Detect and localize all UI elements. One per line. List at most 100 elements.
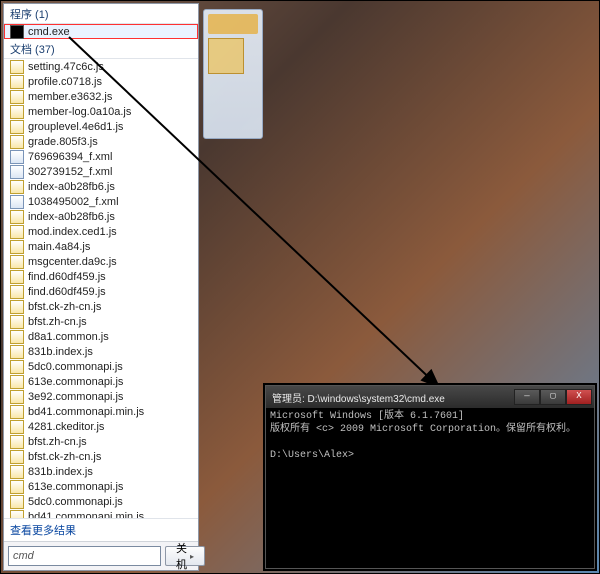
file-item[interactable]: bfst.ck-zh-cn.js (4, 299, 198, 314)
file-label: setting.47c6c.js (28, 61, 104, 73)
xml-icon (10, 150, 24, 164)
js-icon (10, 60, 24, 74)
program-cmd[interactable]: cmd.exe (4, 24, 198, 39)
file-label: member.e3632.js (28, 91, 112, 103)
file-item[interactable]: member.e3632.js (4, 89, 198, 104)
file-item[interactable]: bd41.commonapi.min.js (4, 509, 198, 518)
search-row: 关机 ▸ (4, 541, 198, 570)
file-label: grouplevel.4e6d1.js (28, 121, 123, 133)
file-item[interactable]: 4281.ckeditor.js (4, 419, 198, 434)
start-menu-panel: 程序 (1) cmd.exe 文档 (37) setting.47c6c.jsp… (3, 3, 199, 571)
file-item[interactable]: 831b.index.js (4, 344, 198, 359)
file-item[interactable]: bfst.ck-zh-cn.js (4, 449, 198, 464)
file-label: grade.805f3.js (28, 136, 98, 148)
file-label: d8a1.common.js (28, 331, 109, 343)
js-icon (10, 420, 24, 434)
file-label: 831b.index.js (28, 466, 93, 478)
shutdown-label: 关机 (176, 540, 187, 572)
console-titlebar[interactable]: 管理员: D:\windows\system32\cmd.exe — ▢ X (266, 386, 594, 408)
js-icon (10, 105, 24, 119)
file-label: member-log.0a10a.js (28, 106, 131, 118)
maximize-button[interactable]: ▢ (540, 389, 566, 405)
js-icon (10, 285, 24, 299)
js-icon (10, 510, 24, 519)
file-item[interactable]: mod.index.ced1.js (4, 224, 198, 239)
console-prompt: D:\Users\Alex> (270, 450, 354, 461)
programs-list: cmd.exe (4, 24, 198, 39)
file-item[interactable]: bd41.commonapi.min.js (4, 404, 198, 419)
file-item[interactable]: grade.805f3.js (4, 134, 198, 149)
file-label: 769696394_f.xml (28, 151, 112, 163)
file-label: find.d60df459.js (28, 271, 106, 283)
file-item[interactable]: index-a0b28fb6.js (4, 209, 198, 224)
console-body[interactable]: Microsoft Windows [版本 6.1.7601] 版权所有 <c>… (266, 408, 594, 568)
cmd-icon (10, 25, 24, 39)
js-icon (10, 435, 24, 449)
file-label: index-a0b28fb6.js (28, 211, 115, 223)
close-button[interactable]: X (566, 389, 592, 405)
file-label: bd41.commonapi.min.js (28, 511, 144, 519)
file-label: bfst.ck-zh-cn.js (28, 451, 101, 463)
file-label: profile.c0718.js (28, 76, 102, 88)
file-item[interactable]: 5dc0.commonapi.js (4, 494, 198, 509)
js-icon (10, 90, 24, 104)
file-item[interactable]: 831b.index.js (4, 464, 198, 479)
search-input[interactable] (8, 546, 161, 566)
file-label: 4281.ckeditor.js (28, 421, 104, 433)
file-item[interactable]: grouplevel.4e6d1.js (4, 119, 198, 134)
file-item[interactable]: 1038495002_f.xml (4, 194, 198, 209)
js-icon (10, 120, 24, 134)
file-item[interactable]: msgcenter.da9c.js (4, 254, 198, 269)
xml-icon (10, 165, 24, 179)
js-icon (10, 180, 24, 194)
file-item[interactable]: main.4a84.js (4, 239, 198, 254)
file-item[interactable]: 769696394_f.xml (4, 149, 198, 164)
console-title: 管理员: D:\windows\system32\cmd.exe (272, 390, 514, 405)
file-item[interactable]: member-log.0a10a.js (4, 104, 198, 119)
file-label: 3e92.commonapi.js (28, 391, 123, 403)
paste-button-bg (208, 38, 244, 74)
console-line: 版权所有 <c> 2009 Microsoft Corporation。保留所有… (270, 424, 576, 435)
program-label: cmd.exe (28, 26, 70, 38)
js-icon (10, 75, 24, 89)
file-label: bfst.ck-zh-cn.js (28, 301, 101, 313)
js-icon (10, 390, 24, 404)
file-item[interactable]: find.d60df459.js (4, 269, 198, 284)
file-item[interactable]: 5dc0.commonapi.js (4, 359, 198, 374)
js-icon (10, 300, 24, 314)
file-item[interactable]: 613e.commonapi.js (4, 374, 198, 389)
files-list: setting.47c6c.js profile.c0718.js member.e… (4, 59, 198, 518)
js-icon (10, 465, 24, 479)
file-item[interactable]: bfst.zh-cn.js (4, 434, 198, 449)
js-icon (10, 225, 24, 239)
window-buttons: — ▢ X (514, 389, 592, 405)
file-label: 5dc0.commonapi.js (28, 361, 123, 373)
file-label: 302739152_f.xml (28, 166, 112, 178)
file-item[interactable]: 3e92.commonapi.js (4, 389, 198, 404)
minimize-button[interactable]: — (514, 389, 540, 405)
file-label: mod.index.ced1.js (28, 226, 117, 238)
js-icon (10, 360, 24, 374)
file-item[interactable]: profile.c0718.js (4, 74, 198, 89)
js-icon (10, 240, 24, 254)
file-item[interactable]: setting.47c6c.js (4, 59, 198, 74)
file-item[interactable]: 302739152_f.xml (4, 164, 198, 179)
file-item[interactable]: 613e.commonapi.js (4, 479, 198, 494)
shutdown-button[interactable]: 关机 ▸ (165, 546, 205, 566)
file-item[interactable]: find.d60df459.js (4, 284, 198, 299)
see-more-results[interactable]: 查看更多结果 (4, 518, 198, 541)
file-item[interactable]: index-a0b28fb6.js (4, 179, 198, 194)
js-icon (10, 270, 24, 284)
file-item[interactable]: d8a1.common.js (4, 329, 198, 344)
file-label: find.d60df459.js (28, 286, 106, 298)
js-icon (10, 330, 24, 344)
file-item[interactable]: bfst.zh-cn.js (4, 314, 198, 329)
cmd-console-window: 管理员: D:\windows\system32\cmd.exe — ▢ X M… (265, 385, 595, 569)
file-label: 831b.index.js (28, 346, 93, 358)
js-icon (10, 495, 24, 509)
js-icon (10, 255, 24, 269)
file-label: 613e.commonapi.js (28, 481, 123, 493)
ribbon-highlight (208, 14, 258, 34)
js-icon (10, 405, 24, 419)
file-label: bfst.zh-cn.js (28, 316, 87, 328)
